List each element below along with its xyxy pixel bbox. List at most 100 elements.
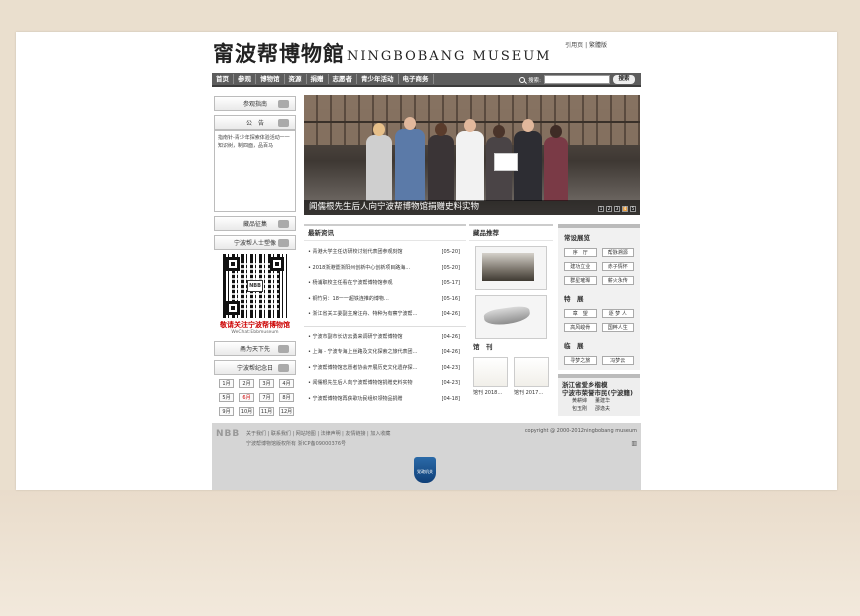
nav-item-resources[interactable]: 资源 <box>285 74 307 84</box>
slide-dot[interactable]: 3 <box>614 206 620 212</box>
person-head <box>464 119 476 132</box>
special-button[interactable]: 逐 梦 人 <box>601 309 634 318</box>
government-badge[interactable]: 党政机关 <box>414 457 436 483</box>
notice-box: 指南针-青少年探索体验活动一一知识树，制四面，品百马 <box>214 130 296 212</box>
portrait-button[interactable]: 宁波帮人士塑像 <box>214 235 296 250</box>
nav-item-donate[interactable]: 捐赠 <box>307 74 329 84</box>
honor-name[interactable]: 邵逸夫 <box>595 405 610 413</box>
person-head <box>404 117 416 130</box>
temp-button[interactable]: 寻梦之旅 <box>564 356 597 365</box>
slide-dot[interactable]: 1 <box>598 206 604 212</box>
news-item[interactable]: • 宁波帮博物馆志愿者协会开展历史文化遗存探… [04-23] <box>304 361 466 377</box>
news-item-date: [05-20] <box>441 249 460 255</box>
month-button[interactable]: 12月 <box>279 407 294 416</box>
exhibit-button[interactable]: 群星璀璨 <box>564 276 597 285</box>
exhibit-button[interactable]: 赤子情怀 <box>601 262 634 271</box>
news-item-title: • 铜竹另：18一一超铁连推的博物… <box>308 295 389 302</box>
news-item-title: • 宁波市副市长访云勇来调研宁波帮博物馆 <box>308 333 403 340</box>
news-item[interactable]: • 青港大学主任访研校讨划代表团参观刻馆 [05-20] <box>304 245 466 261</box>
temp-button[interactable]: 冯梦云 <box>601 356 634 365</box>
honor-name[interactable]: 黄耕婶 <box>572 397 587 405</box>
top-links[interactable]: 引用页 | 繁體版 <box>565 40 607 49</box>
news-item[interactable]: • 杨浦职校主任看在宁波帮博物馆参观 [05-17] <box>304 276 466 292</box>
news-item[interactable]: • 宁波帮博物馆再获歌功民组织领物品捐赠 [04-18] <box>304 392 466 408</box>
month-button[interactable]: 4月 <box>279 379 294 388</box>
collection-thumbnail[interactable] <box>475 295 547 339</box>
exhibit-button[interactable]: 薪火永传 <box>601 276 634 285</box>
megaphone-icon <box>278 119 289 127</box>
journal-caption: 馆刊 2017… <box>514 390 544 396</box>
special-button[interactable]: 国粹人生 <box>601 323 634 332</box>
slide-dot-active[interactable]: 4 <box>622 206 628 212</box>
main-nav: 首页 参观 博物馆 资源 捐赠 志愿者 青少年活动 电子商务 搜索: 搜索 <box>212 73 641 87</box>
month-button[interactable]: 1月 <box>219 379 234 388</box>
qr-corner <box>226 257 240 271</box>
nav-item-volunteer[interactable]: 志愿者 <box>329 74 357 84</box>
footer-links[interactable]: 关于我们 | 联系我们 | 网站地图 | 法律声明 | 友情链接 | 加入收藏 <box>246 430 390 437</box>
news-item[interactable]: • 浙江省关工委副主席汪舟、特种为有察宁波帮… [04-26] <box>304 307 466 323</box>
logo-chinese[interactable]: 甯波帮博物館 <box>213 38 345 68</box>
news-item[interactable]: • 2018浙港暨浙阳州创新中心创新项目路海… [05-20] <box>304 261 466 277</box>
memorial-day-button[interactable]: 宁波帮纪念日 <box>214 360 296 375</box>
month-button[interactable]: 5月 <box>219 393 234 402</box>
news-item-title: • 上海 - 宁波专海上丝路及文化探索之旅代表团… <box>308 349 418 355</box>
exhibit-button[interactable]: 序 厅 <box>564 248 597 257</box>
world-button[interactable]: 甬为天下先 <box>214 341 296 356</box>
nav-item-ecommerce[interactable]: 电子商务 <box>399 74 434 84</box>
exhibit-button[interactable]: 帮脉溯源 <box>601 248 634 257</box>
divider <box>304 325 466 327</box>
month-button[interactable]: 10月 <box>239 407 254 416</box>
special-button[interactable]: 高风峻骨 <box>564 323 597 332</box>
left-column: 参观指南 公 告 指南针-青少年探索体验活动一一知识树，制四面，品百马 藏品征集… <box>214 96 296 416</box>
month-button[interactable]: 7月 <box>259 393 274 402</box>
notice-text[interactable]: 指南针-青少年探索体验活动一一知识树，制四面，品百马 <box>218 135 290 149</box>
stats-icon[interactable]: ▥ <box>631 440 637 447</box>
news-item[interactable]: • 宁波市副市长访云勇来调研宁波帮博物馆 [04-26] <box>304 330 466 346</box>
news-item-date: [05-17] <box>441 280 460 286</box>
journal-item[interactable]: 馆刊 2017… <box>514 357 549 396</box>
news-item[interactable]: • 上海 - 宁波专海上丝路及文化探索之旅代表团… [04-26] <box>304 345 466 361</box>
collection-thumbnail[interactable] <box>475 246 547 290</box>
month-button[interactable]: 11月 <box>259 407 274 416</box>
search-input[interactable] <box>544 75 610 84</box>
honor-line2: 宁波市荣誉市民 <box>562 389 608 397</box>
qr-corner <box>226 301 240 315</box>
slide-dot[interactable]: 2 <box>606 206 612 212</box>
month-button[interactable]: 3月 <box>259 379 274 388</box>
news-item[interactable]: • 闻儒根先生后人向宁波帮博物馆捐赠史料实物 [04-23] <box>304 376 466 392</box>
collection-call-button[interactable]: 藏品征集 <box>214 216 296 231</box>
person-head <box>493 125 505 138</box>
qr-corner <box>270 257 284 271</box>
nav-item-visit[interactable]: 参观 <box>234 74 256 84</box>
month-button[interactable]: 9月 <box>219 407 234 416</box>
wechat-id: WeChat:Ebbmuseum <box>231 330 279 335</box>
honor-name[interactable]: 包玉刚 <box>572 405 587 413</box>
journal-item[interactable]: 馆刊 2018… <box>473 357 508 396</box>
month-button-current[interactable]: 6月 <box>239 393 254 402</box>
exhibits-title: 常设展览 <box>564 234 590 242</box>
visit-guide-button[interactable]: 参观指南 <box>214 96 296 111</box>
nav-item-museum[interactable]: 博物馆 <box>256 74 285 84</box>
special-button[interactable]: 章 望 <box>564 309 597 318</box>
hand-icon <box>278 100 289 108</box>
footer-copyright: copyright @ 2000-2012ningbobang museum <box>524 428 637 434</box>
honor-names: 包玉刚 邵逸夫 <box>562 405 636 413</box>
news-item-date: [04-18] <box>441 395 460 402</box>
month-button[interactable]: 8月 <box>279 393 294 402</box>
month-button[interactable]: 2月 <box>239 379 254 388</box>
search-button[interactable]: 搜索 <box>613 75 635 84</box>
honor-name[interactable]: 董建华 <box>595 397 610 405</box>
news-item[interactable]: • 铜竹另：18一一超铁连推的博物… [05-16] <box>304 292 466 308</box>
banner-slideshow[interactable]: 闻儒根先生后人向宁波帮博物馆捐赠史料实物 1 2 3 4 5 <box>304 95 640 215</box>
honor-paren: (宁波籍) <box>607 389 633 397</box>
statue-icon <box>278 239 289 247</box>
follow-text: 敬请关注宁波帮博物馆 <box>220 321 290 329</box>
nav-item-home[interactable]: 首页 <box>212 74 234 84</box>
exhibit-button[interactable]: 建功立业 <box>564 262 597 271</box>
collection-title: 藏品推荐 <box>469 226 553 241</box>
news-item-date: [05-16] <box>441 295 460 302</box>
nav-item-youth[interactable]: 青少年活动 <box>357 74 399 84</box>
banner-caption[interactable]: 闻儒根先生后人向宁波帮博物馆捐赠史料实物 <box>304 200 640 215</box>
person-head <box>550 125 562 138</box>
slide-dot[interactable]: 5 <box>630 206 636 212</box>
